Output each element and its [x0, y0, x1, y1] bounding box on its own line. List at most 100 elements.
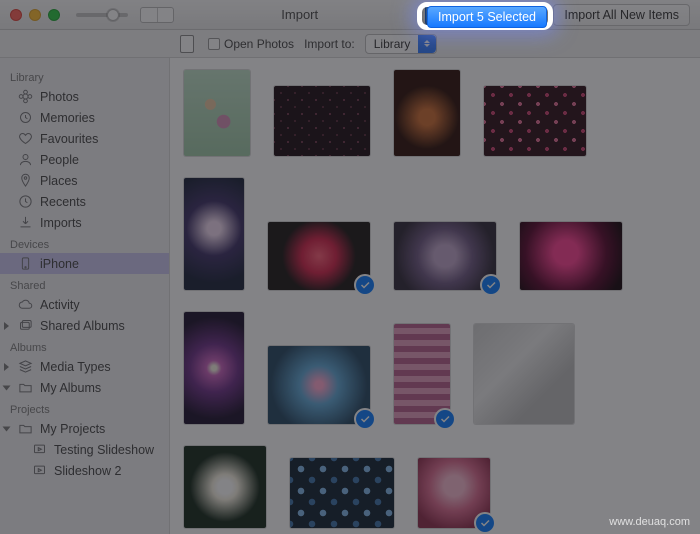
sidebar-item-label: iPhone — [40, 257, 79, 271]
sidebar-item-activity[interactable]: Activity — [0, 294, 169, 315]
sidebar-item-people[interactable]: People — [0, 149, 169, 170]
sidebar-section-header: Albums — [0, 336, 169, 356]
photo-thumbnail[interactable] — [474, 324, 574, 424]
selection-checkmark-icon[interactable] — [354, 274, 376, 296]
import-all-button[interactable]: Import All New Items — [553, 4, 690, 26]
photo-image — [484, 86, 586, 156]
stack-icon — [18, 359, 33, 374]
photo-thumbnail[interactable] — [394, 222, 496, 290]
photo-thumbnail[interactable] — [184, 178, 244, 290]
pin-icon — [18, 173, 33, 188]
photo-image — [520, 222, 622, 290]
photo-thumbnail[interactable] — [394, 324, 450, 424]
sidebar-item-label: Recents — [40, 195, 86, 209]
open-photos-checkbox[interactable]: Open Photos — [208, 37, 294, 51]
sidebar-item-shared-albums[interactable]: Shared Albums — [0, 315, 169, 336]
sidebar-section-header: Shared — [0, 274, 169, 294]
photo-thumbnail[interactable] — [184, 446, 266, 528]
heart-icon — [18, 131, 33, 146]
sidebar-item-testing-slideshow[interactable]: Testing Slideshow — [0, 439, 169, 460]
clock-icon — [18, 194, 33, 209]
shared-icon — [18, 318, 33, 333]
selection-checkmark-icon[interactable] — [354, 408, 376, 430]
disclosure-triangle-icon[interactable] — [3, 385, 11, 390]
disclosure-triangle-icon[interactable] — [4, 322, 9, 330]
sidebar-item-label: Photos — [40, 90, 79, 104]
photo-image — [290, 458, 394, 528]
window-title: Import — [174, 7, 425, 22]
view-mode-segmented[interactable] — [140, 7, 174, 23]
photo-image — [184, 312, 244, 424]
sidebar-item-favourites[interactable]: Favourites — [0, 128, 169, 149]
sidebar-item-label: Imports — [40, 216, 82, 230]
sidebar-item-label: Shared Albums — [40, 319, 125, 333]
photo-thumbnail[interactable] — [520, 222, 622, 290]
photo-image — [394, 70, 460, 156]
sidebar-item-label: People — [40, 153, 79, 167]
device-icon — [180, 35, 194, 53]
slideshow-icon — [32, 442, 47, 457]
phone-icon — [18, 256, 33, 271]
sidebar-item-media-types[interactable]: Media Types — [0, 356, 169, 377]
photo-image — [184, 178, 244, 290]
selection-checkmark-icon[interactable] — [480, 274, 502, 296]
memories-icon — [18, 110, 33, 125]
photo-thumbnail[interactable] — [268, 222, 370, 290]
sidebar-section-header: Projects — [0, 398, 169, 418]
selection-checkmark-icon[interactable] — [474, 512, 496, 534]
photo-row — [184, 178, 686, 290]
download-icon — [18, 215, 33, 230]
photo-thumbnail[interactable] — [274, 86, 370, 156]
sidebar-item-slideshow-2[interactable]: Slideshow 2 — [0, 460, 169, 481]
watermark: www.deuaq.com — [609, 516, 690, 528]
import-destination-select[interactable]: Library — [365, 34, 438, 54]
sidebar-item-label: Places — [40, 174, 78, 188]
sidebar-item-label: Favourites — [40, 132, 98, 146]
photo-row — [184, 312, 686, 424]
sidebar-item-label: My Projects — [40, 422, 105, 436]
photo-thumbnail[interactable] — [290, 458, 394, 528]
thumbnail-size-slider[interactable] — [76, 7, 174, 23]
photo-image — [184, 446, 266, 528]
photo-thumbnail[interactable] — [184, 70, 250, 156]
photo-thumbnail[interactable] — [418, 458, 490, 528]
import-to-label: Import to: — [304, 37, 355, 51]
sidebar-item-label: Media Types — [40, 360, 111, 374]
person-icon — [18, 152, 33, 167]
import-selected-button-highlighted[interactable]: Import 5 Selected — [427, 6, 547, 28]
sidebar-item-photos[interactable]: Photos — [0, 86, 169, 107]
slideshow-icon — [32, 463, 47, 478]
folder-icon — [18, 421, 33, 436]
chevron-updown-icon — [418, 35, 436, 53]
sidebar-item-my-albums[interactable]: My Albums — [0, 377, 169, 398]
photo-grid — [170, 58, 700, 534]
sidebar-item-label: Slideshow 2 — [54, 464, 121, 478]
sidebar-item-iphone[interactable]: iPhone — [0, 253, 169, 274]
photos-icon — [18, 89, 33, 104]
window-controls — [10, 9, 60, 21]
sidebar-item-my-projects[interactable]: My Projects — [0, 418, 169, 439]
fullscreen-window-button[interactable] — [48, 9, 60, 21]
disclosure-triangle-icon[interactable] — [3, 426, 11, 431]
photo-image — [474, 324, 574, 424]
close-window-button[interactable] — [10, 9, 22, 21]
sidebar-item-places[interactable]: Places — [0, 170, 169, 191]
folder-icon — [18, 380, 33, 395]
photo-thumbnail[interactable] — [184, 312, 244, 424]
import-toolbar: Open Photos Import to: Library — [0, 30, 700, 58]
sidebar-item-imports[interactable]: Imports — [0, 212, 169, 233]
photo-thumbnail[interactable] — [394, 70, 460, 156]
photo-thumbnail[interactable] — [268, 346, 370, 424]
photo-image — [184, 70, 250, 156]
titlebar: Import Import 5 Selected Import All New … — [0, 0, 700, 30]
sidebar: LibraryPhotosMemoriesFavouritesPeoplePla… — [0, 58, 170, 534]
selection-checkmark-icon[interactable] — [434, 408, 456, 430]
sidebar-item-recents[interactable]: Recents — [0, 191, 169, 212]
minimize-window-button[interactable] — [29, 9, 41, 21]
photo-image — [274, 86, 370, 156]
photo-thumbnail[interactable] — [484, 86, 586, 156]
sidebar-item-label: Memories — [40, 111, 95, 125]
disclosure-triangle-icon[interactable] — [4, 363, 9, 371]
sidebar-item-memories[interactable]: Memories — [0, 107, 169, 128]
sidebar-item-label: Activity — [40, 298, 80, 312]
